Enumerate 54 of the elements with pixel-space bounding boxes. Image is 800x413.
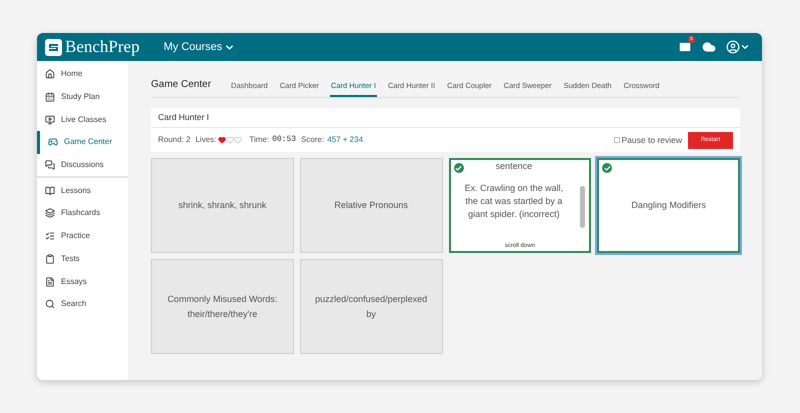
card-text: Commonly Misused Words: their/there/they're — [166, 292, 278, 321]
sidebar-item[interactable]: Home — [37, 63, 128, 86]
sidebar-item[interactable]: Lessons — [37, 179, 128, 202]
game-card[interactable]: Dangling Modifiers — [597, 158, 740, 253]
sidebar-item[interactable]: Live Classes — [37, 108, 128, 132]
game-card[interactable]: puzzled/confused/perplexed by — [300, 259, 442, 354]
card-text: Ex. Crawling on the wall, the cat was startled by a giant spider. (incorrect) — [464, 182, 564, 221]
check-icon — [602, 163, 612, 173]
caret-icon — [740, 42, 750, 52]
cloud-icon[interactable] — [702, 40, 716, 54]
time-label: Time: — [249, 134, 270, 146]
time-value: 00:53 — [272, 134, 296, 146]
home-icon — [45, 69, 55, 80]
sidebar-item[interactable]: Search — [37, 292, 128, 316]
cards-icon — [45, 208, 55, 218]
score-value: 457 + 234 — [327, 134, 364, 146]
game-card[interactable]: shrink, shrank, shrunk — [151, 158, 294, 253]
card-text: Relative Pronouns — [334, 199, 408, 212]
score-label: Score: — [301, 134, 324, 146]
pause-label: Pause to review — [622, 134, 682, 146]
scrollbar-thumb — [580, 186, 586, 228]
sidebar-item[interactable]: Study Plan — [37, 86, 128, 108]
clipboard-icon — [45, 254, 55, 264]
lives-label: Lives: — [195, 134, 216, 146]
check-icon — [454, 163, 464, 173]
pause-checkbox[interactable] — [614, 137, 620, 143]
logo-icon — [45, 38, 62, 56]
page-title: Game Center — [151, 78, 212, 92]
account-menu[interactable] — [726, 40, 750, 54]
user-icon — [726, 40, 740, 54]
chat-icon — [45, 160, 55, 170]
calendar-icon — [45, 92, 55, 102]
card-text: puzzled/confused/perplexed by — [314, 292, 428, 321]
card-text: Dangling Modifiers — [631, 199, 706, 212]
sidebar-item[interactable]: Essays — [37, 270, 128, 293]
sidebar-item[interactable]: Tests — [37, 248, 128, 270]
card-text: shrink, shrank, shrunk — [178, 199, 266, 212]
courses-menu[interactable]: My Courses — [164, 38, 236, 56]
sidebar-item[interactable]: Practice — [37, 224, 128, 248]
list-icon — [45, 231, 55, 242]
card-text: sentence — [496, 160, 532, 173]
sidebar-item[interactable]: Flashcards — [37, 202, 128, 225]
logo-text: BenchPrep — [65, 36, 140, 58]
sidebar-item[interactable]: Game Center — [37, 131, 128, 154]
game-card[interactable]: Commonly Misused Words: their/there/they're — [151, 259, 294, 354]
search-icon — [45, 299, 55, 310]
game-title: Card Hunter I — [158, 111, 210, 124]
sidebar-item[interactable]: Discussions — [37, 154, 128, 176]
gamepad-icon — [48, 137, 58, 148]
document-icon — [45, 276, 55, 287]
monitor-icon — [45, 114, 55, 125]
round-text: Round: 2 — [158, 134, 190, 146]
game-card[interactable]: Relative Pronouns — [300, 158, 442, 253]
book-icon — [45, 186, 55, 196]
